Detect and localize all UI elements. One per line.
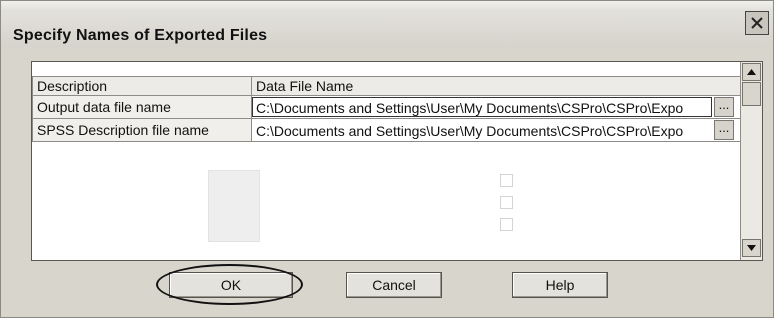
file-names-grid: Description Data File Name Output data f… bbox=[31, 61, 763, 261]
title-bar[interactable]: Specify Names of Exported Files bbox=[1, 1, 773, 47]
file-names-table: Description Data File Name Output data f… bbox=[32, 76, 751, 142]
table-row: SPSS Description file name C:\Documents … bbox=[32, 118, 751, 142]
scroll-up-arrow-icon bbox=[747, 69, 756, 75]
close-button[interactable] bbox=[745, 11, 769, 35]
ok-highlight-circle bbox=[156, 264, 303, 305]
column-header-data-file-name: Data File Name bbox=[251, 76, 751, 96]
help-button[interactable]: Help bbox=[512, 272, 608, 298]
dialog-title: Specify Names of Exported Files bbox=[13, 27, 268, 44]
vertical-scrollbar[interactable] bbox=[740, 62, 762, 260]
table-row: Output data file name C:\Documents and S… bbox=[32, 95, 751, 119]
cancel-button[interactable]: Cancel bbox=[346, 272, 442, 298]
row-file-cell: C:\Documents and Settings\User\My Docume… bbox=[251, 118, 751, 142]
scrollbar-thumb[interactable] bbox=[742, 82, 761, 106]
row-description: SPSS Description file name bbox=[32, 118, 252, 142]
scroll-up-button[interactable] bbox=[742, 63, 761, 81]
bleed-through-checkbox bbox=[500, 174, 513, 187]
output-data-file-field[interactable]: C:\Documents and Settings\User\My Docume… bbox=[252, 97, 712, 117]
close-icon bbox=[751, 17, 763, 29]
bleed-through-checkbox bbox=[500, 196, 513, 209]
bleed-through-shape bbox=[208, 170, 260, 242]
row-file-cell: C:\Documents and Settings\User\My Docume… bbox=[251, 95, 751, 119]
scroll-down-button[interactable] bbox=[742, 239, 761, 257]
browse-button[interactable]: ... bbox=[714, 120, 734, 140]
bleed-through-checkbox bbox=[500, 218, 513, 231]
table-header-row: Description Data File Name bbox=[32, 76, 751, 96]
export-files-dialog: Specify Names of Exported Files Descript… bbox=[0, 0, 774, 318]
column-header-description: Description bbox=[32, 76, 252, 96]
spss-description-file-field[interactable]: C:\Documents and Settings\User\My Docume… bbox=[252, 120, 712, 140]
browse-button[interactable]: ... bbox=[714, 97, 734, 117]
row-description: Output data file name bbox=[32, 95, 252, 119]
scroll-down-arrow-icon bbox=[747, 245, 756, 251]
